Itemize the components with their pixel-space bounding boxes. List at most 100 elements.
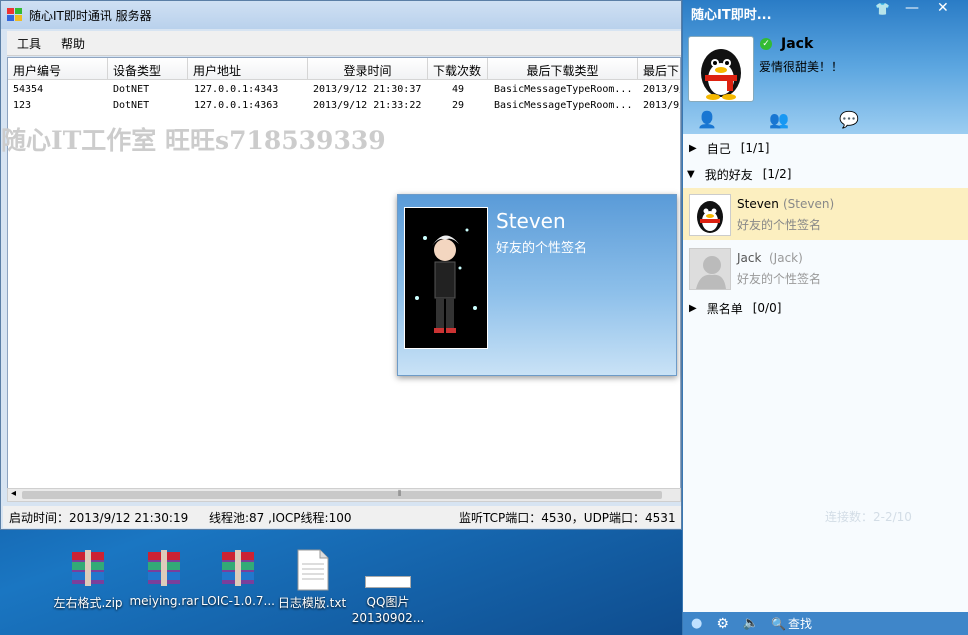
cell-user-id: 123 [13, 100, 32, 111]
cell-downloads: 29 [452, 100, 465, 111]
friend-item-jack[interactable]: Jack (Jack) 好友的个性签名 [683, 242, 968, 294]
sound-icon[interactable]: 🔈 [743, 616, 759, 631]
window-title: 随心IT即时通讯 服务器 [29, 8, 152, 23]
friend-avatar [689, 194, 731, 236]
column-header[interactable]: 下载次数 [428, 58, 488, 80]
settings-icon[interactable]: ⚙ [716, 616, 729, 632]
minimize-icon[interactable]: — [905, 0, 919, 16]
desktop-icon-txt[interactable]: 日志模版.txt [272, 548, 352, 611]
server-title-bar[interactable]: 随心IT即时通讯 服务器 [1, 1, 681, 29]
contact-list: ▶ 自己 [1/1] ▼ 我的好友 [1/2] Steven (Steven) … [683, 134, 968, 612]
archive-icon [218, 548, 258, 588]
status-start-time: 启动时间：2013/9/12 21:30:19 [9, 510, 189, 525]
penguin-icon [697, 201, 723, 233]
card-friend-signature: 好友的个性签名 [496, 241, 588, 256]
silhouette-icon [696, 256, 726, 289]
desktop-icon-rar[interactable]: meiying.rar [124, 548, 204, 608]
group-name: 自己 [706, 141, 731, 156]
image-file-icon [365, 576, 411, 588]
column-header[interactable]: 用户编号 [8, 58, 108, 80]
group-name: 我的好友 [704, 167, 753, 182]
friend-avatar-offline [689, 248, 731, 290]
horizontal-scrollbar[interactable]: ◂ ⦀ [7, 488, 681, 502]
group-count: [1/1] [740, 141, 770, 155]
penguin-icon [701, 49, 741, 100]
messages-tab-icon[interactable]: 💬 [839, 110, 859, 129]
friend-alias: (Steven) [783, 197, 835, 211]
desktop-icon-label: meiying.rar [129, 594, 199, 608]
archive-icon [68, 548, 108, 588]
column-header[interactable]: 最后下 [638, 58, 680, 80]
desktop-icon-label: LOIC-1.0.7... [201, 594, 275, 608]
group-friends[interactable]: ▼ 我的好友 [1/2] [683, 162, 968, 186]
friend-signature: 好友的个性签名 [737, 218, 822, 232]
cell-login-time: 2013/9/12 21:33:22 [313, 100, 422, 111]
qq-header: 随心IT即时... 👕 — ✕ ✓ Jack 爱情很甜美！！ 👤 👥 💬 [683, 0, 968, 134]
menu-tools[interactable]: 工具 [7, 35, 51, 52]
desktop-icon-image[interactable]: QQ图片 20130902... [348, 576, 428, 626]
scroll-thumb[interactable] [22, 491, 662, 499]
main-menu-icon[interactable]: ● [691, 616, 702, 631]
qq-bottom-toolbar: ● ⚙ 🔈 🔍 查找 [683, 612, 968, 635]
column-header[interactable]: 最后下载类型 [488, 58, 638, 80]
scroll-grip-icon: ⦀ [398, 489, 402, 498]
collapse-icon: ▼ [687, 168, 695, 180]
cell-device: DotNET [113, 100, 150, 111]
skin-icon[interactable]: 👕 [875, 2, 890, 16]
cell-last-type: BasicMessageTypeRoom... [494, 84, 633, 95]
group-self[interactable]: ▶ 自己 [1/1] [683, 136, 968, 160]
friend-name: Jack [737, 251, 762, 265]
cell-address: 127.0.0.1:4363 [194, 100, 279, 111]
profile-photo [404, 207, 488, 349]
ghost-connection-count: 连接数：2-2/10 [825, 510, 912, 524]
desktop-icon-zip[interactable]: 左右格式.zip [48, 548, 128, 611]
text-file-icon [292, 548, 332, 591]
desktop-icon-label: 左右格式.zip [53, 596, 123, 610]
desktop-icon-label: 日志模版.txt [277, 596, 347, 610]
archive-icon [144, 548, 184, 588]
groups-tab-icon[interactable]: 👥 [769, 110, 789, 129]
cell-last-time: 2013/9/ [643, 100, 681, 111]
desktop-icon-loic[interactable]: LOIC-1.0.7... [198, 548, 278, 608]
friend-alias: (Jack) [769, 251, 803, 265]
search-label[interactable]: 查找 [788, 615, 812, 632]
user-signature[interactable]: 爱情很甜美！！ [759, 58, 843, 75]
column-header[interactable]: 用户地址 [188, 58, 308, 80]
watermark-text: 随心IT工作室 旺旺s718539339 [1, 126, 386, 155]
online-status-icon[interactable]: ✓ [760, 38, 772, 50]
qq-main-panel: 随心IT即时... 👕 — ✕ ✓ Jack 爱情很甜美！！ 👤 👥 💬 ▶ 自… [682, 0, 968, 635]
group-blacklist[interactable]: ▶ 黑名单 [0/0] [683, 296, 968, 320]
cell-user-id: 54354 [13, 84, 44, 95]
card-friend-name: Steven [496, 209, 566, 233]
friend-name: Steven [737, 197, 779, 211]
friend-profile-card[interactable]: Steven 好友的个性签名 [397, 194, 677, 376]
cell-login-time: 2013/9/12 21:30:37 [313, 84, 422, 95]
status-ports: 监听TCP端口：4530，UDP端口：4531 [459, 510, 676, 525]
cell-last-type: BasicMessageTypeRoom... [494, 100, 633, 111]
cell-device: DotNET [113, 84, 150, 95]
user-name[interactable]: Jack [781, 36, 813, 52]
friend-signature: 好友的个性签名 [737, 272, 822, 286]
status-threads: 线程池:87 ,IOCP线程:100 [209, 510, 352, 525]
close-icon[interactable]: ✕ [937, 0, 949, 16]
group-name: 黑名单 [706, 301, 743, 316]
cell-last-time: 2013/9/ [643, 84, 681, 95]
user-avatar[interactable] [688, 36, 754, 102]
scroll-left-icon[interactable]: ◂ [11, 488, 16, 499]
group-count: [1/2] [762, 167, 792, 181]
friend-item-steven[interactable]: Steven (Steven) 好友的个性签名 [683, 188, 968, 240]
expand-icon: ▶ [689, 142, 697, 154]
status-bar: 启动时间：2013/9/12 21:30:19 线程池:87 ,IOCP线程:1… [3, 506, 681, 528]
group-count: [0/0] [752, 301, 782, 315]
expand-icon: ▶ [689, 302, 697, 314]
menu-help[interactable]: 帮助 [51, 35, 95, 52]
qq-window-title: 随心IT即时... [691, 8, 772, 23]
desktop-icon-label: QQ图片 20130902... [351, 595, 425, 625]
column-header[interactable]: 设备类型 [108, 58, 188, 80]
contacts-tab-icon[interactable]: 👤 [697, 110, 717, 129]
column-header[interactable]: 登录时间 [308, 58, 428, 80]
search-icon[interactable]: 🔍 [771, 617, 786, 631]
windows-flag-icon [7, 8, 23, 22]
cell-address: 127.0.0.1:4343 [194, 84, 279, 95]
menu-bar: 工具 帮助 [7, 31, 681, 56]
